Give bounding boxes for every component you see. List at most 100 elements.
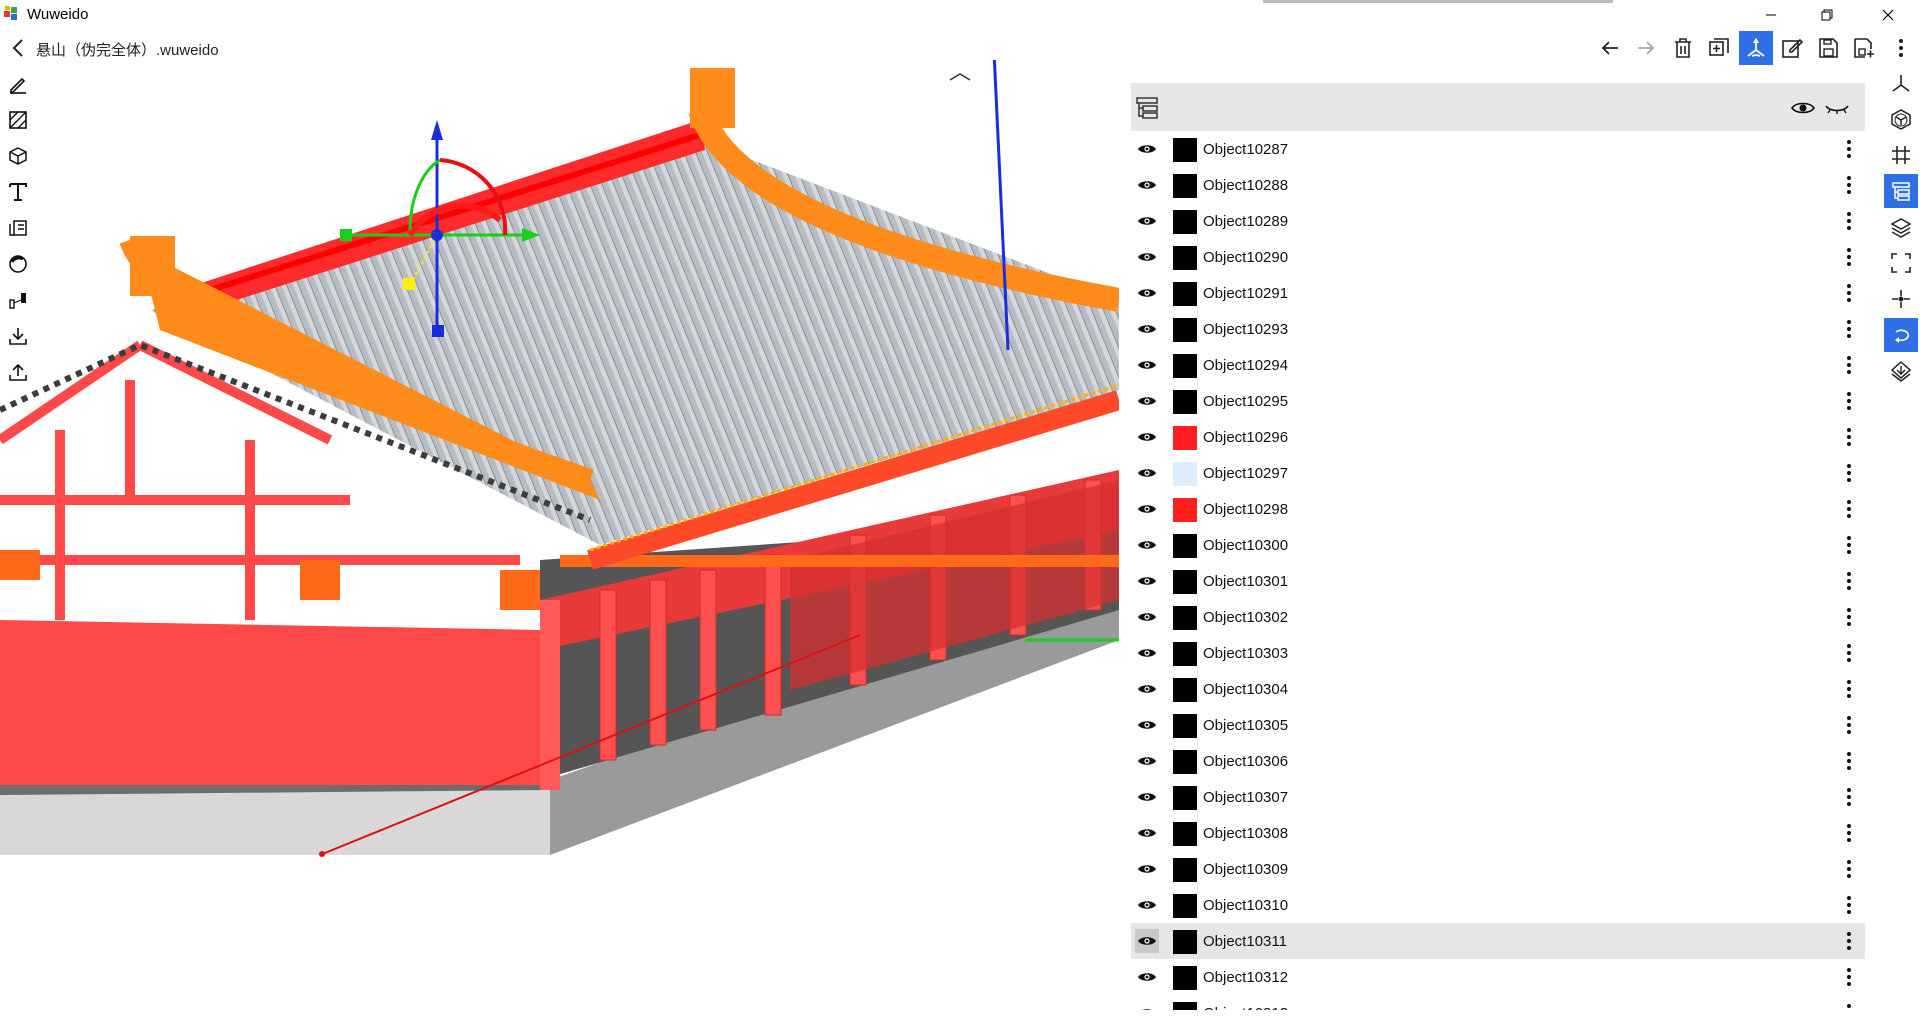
object-more-button[interactable] bbox=[1841, 929, 1857, 953]
color-swatch[interactable] bbox=[1173, 282, 1197, 306]
more-options-button[interactable] bbox=[1884, 31, 1918, 65]
visibility-toggle[interactable] bbox=[1135, 317, 1159, 341]
color-swatch[interactable] bbox=[1173, 858, 1197, 882]
object-row[interactable]: Object10306 bbox=[1131, 743, 1865, 779]
object-more-button[interactable] bbox=[1841, 713, 1857, 737]
object-more-button[interactable] bbox=[1841, 533, 1857, 557]
object-more-button[interactable] bbox=[1841, 569, 1857, 593]
object-row[interactable]: Object10313 bbox=[1131, 995, 1865, 1010]
fullscreen-button[interactable] bbox=[1884, 246, 1918, 280]
object-more-button[interactable] bbox=[1841, 461, 1857, 485]
object-more-button[interactable] bbox=[1841, 893, 1857, 917]
object-row[interactable]: Object10295 bbox=[1131, 383, 1865, 419]
object-row[interactable]: Object10303 bbox=[1131, 635, 1865, 671]
object-more-button[interactable] bbox=[1841, 965, 1857, 989]
color-swatch[interactable] bbox=[1173, 966, 1197, 990]
object-more-button[interactable] bbox=[1841, 317, 1857, 341]
layout-tool-button[interactable] bbox=[5, 215, 31, 241]
object-more-button[interactable] bbox=[1841, 389, 1857, 413]
visibility-toggle[interactable] bbox=[1135, 353, 1159, 377]
object-more-button[interactable] bbox=[1841, 821, 1857, 845]
visibility-toggle[interactable] bbox=[1135, 281, 1159, 305]
sketch-tool-button[interactable] bbox=[5, 71, 31, 97]
color-swatch[interactable] bbox=[1173, 786, 1197, 810]
color-swatch[interactable] bbox=[1173, 498, 1197, 522]
object-more-button[interactable] bbox=[1841, 173, 1857, 197]
color-swatch[interactable] bbox=[1173, 426, 1197, 450]
minimize-button[interactable] bbox=[1748, 0, 1794, 30]
object-more-button[interactable] bbox=[1841, 281, 1857, 305]
show-all-button[interactable] bbox=[1790, 95, 1816, 121]
color-swatch[interactable] bbox=[1173, 462, 1197, 486]
section-button[interactable] bbox=[1884, 354, 1918, 388]
save-as-button[interactable] bbox=[1847, 31, 1881, 65]
object-row[interactable]: Object10287 bbox=[1131, 131, 1865, 167]
object-tree-button[interactable] bbox=[1884, 174, 1918, 208]
snap-button[interactable] bbox=[1884, 282, 1918, 316]
object-row[interactable]: Object10302 bbox=[1131, 599, 1865, 635]
edit-button[interactable] bbox=[1775, 31, 1809, 65]
hide-all-button[interactable] bbox=[1824, 95, 1850, 121]
visibility-toggle[interactable] bbox=[1135, 713, 1159, 737]
visibility-toggle[interactable] bbox=[1135, 677, 1159, 701]
view-cube-button[interactable] bbox=[1884, 102, 1918, 136]
object-row[interactable]: Object10296 bbox=[1131, 419, 1865, 455]
restore-button[interactable] bbox=[1804, 0, 1850, 30]
object-more-button[interactable] bbox=[1841, 209, 1857, 233]
color-swatch[interactable] bbox=[1173, 750, 1197, 774]
object-row[interactable]: Object10288 bbox=[1131, 167, 1865, 203]
visibility-toggle[interactable] bbox=[1135, 533, 1159, 557]
visibility-toggle[interactable] bbox=[1135, 389, 1159, 413]
redo-button[interactable] bbox=[1629, 31, 1663, 65]
solid-tool-button[interactable] bbox=[5, 143, 31, 169]
object-row[interactable]: Object10298 bbox=[1131, 491, 1865, 527]
object-more-button[interactable] bbox=[1841, 605, 1857, 629]
visibility-toggle[interactable] bbox=[1135, 1001, 1159, 1010]
visibility-toggle[interactable] bbox=[1135, 785, 1159, 809]
delete-button[interactable] bbox=[1666, 31, 1700, 65]
close-window-button[interactable] bbox=[1865, 0, 1911, 30]
object-row[interactable]: Object10304 bbox=[1131, 671, 1865, 707]
object-more-button[interactable] bbox=[1841, 677, 1857, 701]
object-row[interactable]: Object10309 bbox=[1131, 851, 1865, 887]
visibility-toggle[interactable] bbox=[1135, 821, 1159, 845]
object-row[interactable]: Object10312 bbox=[1131, 959, 1865, 995]
material-tool-button[interactable] bbox=[5, 251, 31, 277]
color-swatch[interactable] bbox=[1173, 822, 1197, 846]
color-swatch[interactable] bbox=[1173, 1002, 1197, 1010]
layers-button[interactable] bbox=[1884, 210, 1918, 244]
color-swatch[interactable] bbox=[1173, 714, 1197, 738]
object-row[interactable]: Object10294 bbox=[1131, 347, 1865, 383]
color-swatch[interactable] bbox=[1173, 606, 1197, 630]
color-swatch[interactable] bbox=[1173, 174, 1197, 198]
visibility-toggle[interactable] bbox=[1135, 173, 1159, 197]
grid-button[interactable] bbox=[1884, 138, 1918, 172]
save-button[interactable] bbox=[1811, 31, 1845, 65]
color-swatch[interactable] bbox=[1173, 534, 1197, 558]
visibility-toggle[interactable] bbox=[1135, 641, 1159, 665]
color-swatch[interactable] bbox=[1173, 678, 1197, 702]
object-row[interactable]: Object10305 bbox=[1131, 707, 1865, 743]
color-swatch[interactable] bbox=[1173, 138, 1197, 162]
visibility-toggle[interactable] bbox=[1135, 245, 1159, 269]
orbit-button[interactable] bbox=[1884, 318, 1918, 352]
visibility-toggle[interactable] bbox=[1135, 461, 1159, 485]
object-row[interactable]: Object10290 bbox=[1131, 239, 1865, 275]
object-row[interactable]: Object10307 bbox=[1131, 779, 1865, 815]
color-swatch[interactable] bbox=[1173, 210, 1197, 234]
undo-button[interactable] bbox=[1593, 31, 1627, 65]
text-tool-button[interactable] bbox=[5, 179, 31, 205]
visibility-toggle[interactable] bbox=[1135, 929, 1159, 953]
color-swatch[interactable] bbox=[1173, 894, 1197, 918]
visibility-toggle[interactable] bbox=[1135, 749, 1159, 773]
object-more-button[interactable] bbox=[1841, 425, 1857, 449]
color-swatch[interactable] bbox=[1173, 570, 1197, 594]
visibility-toggle[interactable] bbox=[1135, 893, 1159, 917]
visibility-toggle[interactable] bbox=[1135, 137, 1159, 161]
object-more-button[interactable] bbox=[1841, 785, 1857, 809]
color-swatch[interactable] bbox=[1173, 354, 1197, 378]
object-row[interactable]: Object10291 bbox=[1131, 275, 1865, 311]
visibility-toggle[interactable] bbox=[1135, 605, 1159, 629]
object-more-button[interactable] bbox=[1841, 353, 1857, 377]
object-row[interactable]: Object10293 bbox=[1131, 311, 1865, 347]
